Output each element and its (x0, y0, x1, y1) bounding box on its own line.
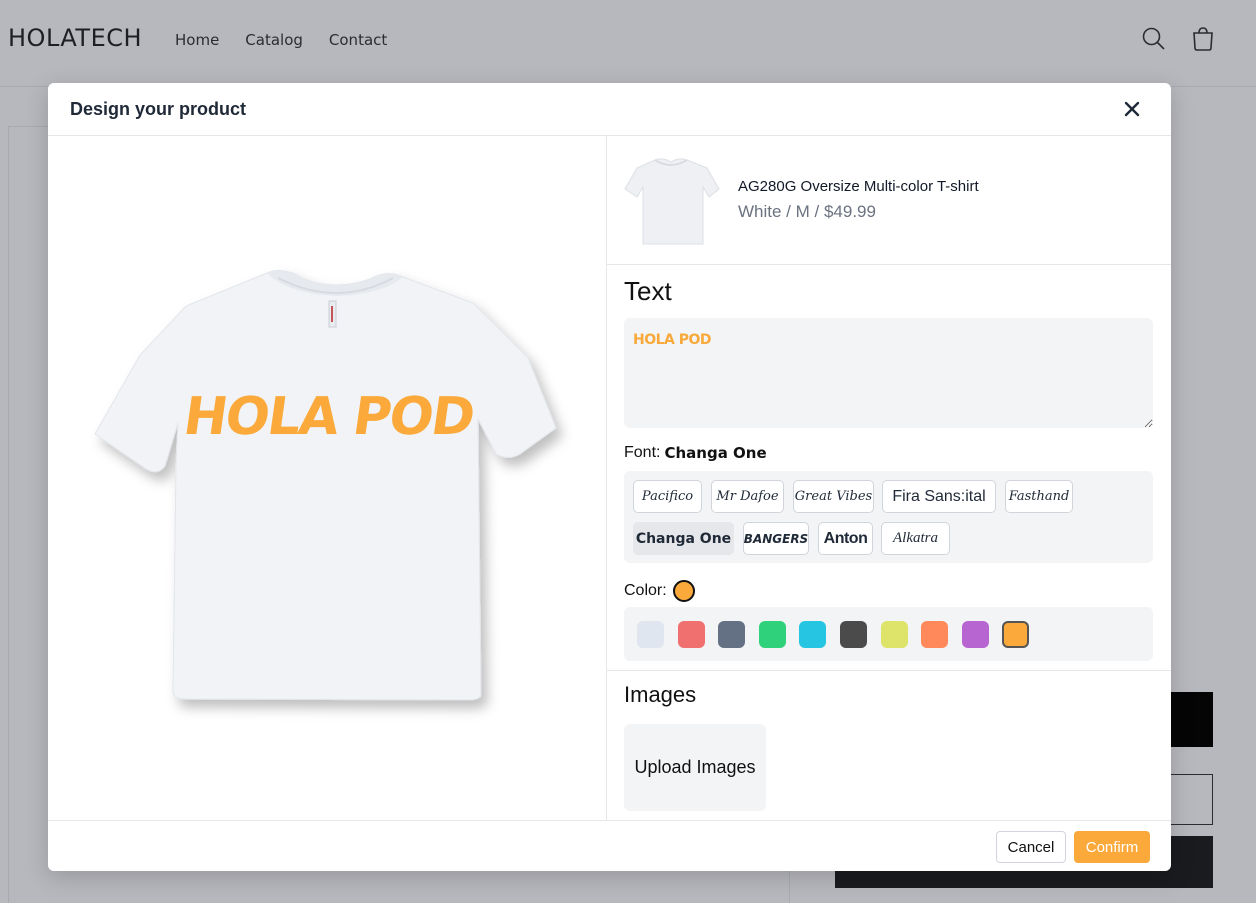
modal-footer: Cancel Confirm (48, 820, 1171, 871)
main-nav: Home Catalog Contact (175, 31, 387, 49)
cart-icon[interactable] (1190, 26, 1216, 52)
font-option-mr-dafoe[interactable]: Mr Dafoe (711, 480, 784, 513)
panel-divider (607, 670, 1171, 671)
font-option-pacifico[interactable]: Pacifico (633, 480, 702, 513)
color-swatch[interactable] (921, 621, 949, 648)
modal-header: Design your product (48, 83, 1171, 136)
panel-divider (607, 264, 1171, 265)
search-icon[interactable] (1141, 26, 1167, 52)
font-option-fira-sans[interactable]: Fira Sans:ital (882, 480, 996, 513)
color-picker (624, 607, 1153, 661)
nav-catalog[interactable]: Catalog (245, 31, 303, 49)
store-header: HOLATECH Home Catalog Contact (0, 0, 1256, 84)
color-label-row: Color: (624, 580, 695, 602)
color-swatch[interactable] (758, 621, 786, 648)
font-option-changa-one[interactable]: Changa One (633, 522, 734, 555)
close-icon[interactable] (1120, 97, 1144, 121)
color-label: Color: (624, 582, 667, 599)
color-swatch[interactable] (880, 621, 908, 648)
design-text-input[interactable]: HOLA POD (624, 318, 1153, 428)
font-option-fasthand[interactable]: Fasthand (1005, 480, 1073, 513)
product-name: AG280G Oversize Multi-color T-shirt (738, 178, 979, 195)
cancel-button[interactable]: Cancel (996, 831, 1066, 863)
font-label-row: Font: Changa One (624, 444, 767, 462)
confirm-button[interactable]: Confirm (1074, 831, 1150, 863)
font-picker: Pacifico Mr Dafoe Great Vibes Fira Sans:… (624, 471, 1153, 563)
product-thumbnail (624, 158, 720, 245)
design-modal: Design your product HOLA POD AG280G Over… (48, 83, 1171, 871)
product-variant: White / M / $49.99 (738, 202, 876, 221)
store-logo[interactable]: HOLATECH (8, 24, 142, 52)
color-swatch[interactable] (961, 621, 989, 648)
color-swatch[interactable] (677, 621, 705, 648)
tshirt-body (94, 270, 557, 701)
font-option-anton[interactable]: Anton (818, 522, 873, 555)
font-option-alkatra[interactable]: Alkatra (881, 522, 950, 555)
images-section-title: Images (624, 682, 697, 707)
color-swatch[interactable] (718, 621, 746, 648)
color-swatch[interactable] (799, 621, 827, 648)
current-font: Changa One (664, 444, 767, 462)
nav-contact[interactable]: Contact (329, 31, 387, 49)
color-swatch[interactable] (1002, 621, 1030, 648)
product-preview: HOLA POD (48, 136, 606, 820)
current-color-indicator (672, 580, 695, 602)
customize-panel: AG280G Oversize Multi-color T-shirt Whit… (607, 136, 1171, 820)
font-option-great-vibes[interactable]: Great Vibes (793, 480, 874, 513)
text-section-title: Text (624, 276, 672, 306)
color-swatch[interactable] (637, 621, 664, 648)
preview-design-text[interactable]: HOLA POD (180, 387, 477, 447)
font-option-bangers[interactable]: BANGERS (743, 522, 809, 555)
upload-images-button[interactable]: Upload Images (624, 724, 766, 811)
nav-home[interactable]: Home (175, 31, 219, 49)
font-label: Font: (624, 444, 661, 461)
tshirt-image: HOLA POD (94, 270, 557, 701)
modal-title: Design your product (70, 99, 247, 119)
color-swatch[interactable] (840, 621, 867, 648)
